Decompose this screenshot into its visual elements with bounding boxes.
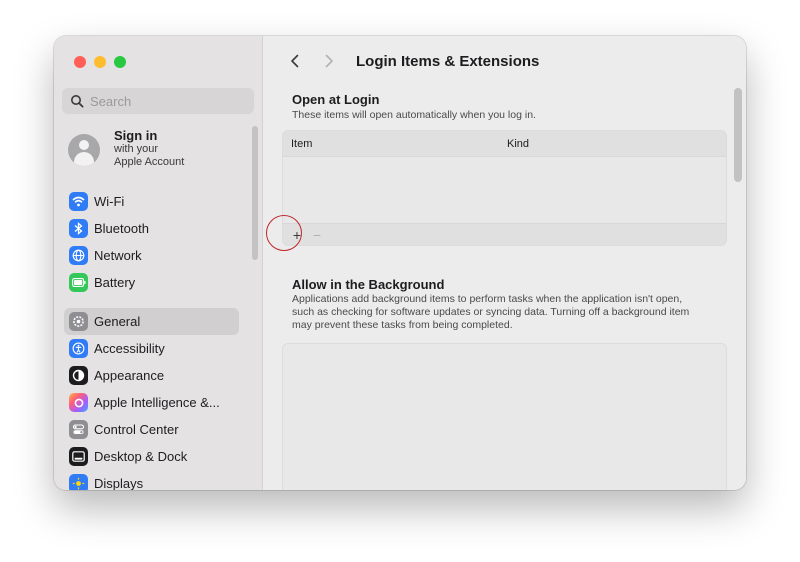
control-center-icon: [69, 420, 88, 439]
settings-window: Sign in with your Apple Account Wi-Fi Bl…: [54, 36, 746, 490]
sidebar-item-label: Accessibility: [94, 341, 165, 356]
zoom-window-button[interactable]: [114, 56, 126, 68]
sidebar-item-apple-intelligence[interactable]: Apple Intelligence &...: [64, 389, 239, 416]
sidebar-item-network[interactable]: Network: [64, 242, 239, 269]
sidebar-item-wifi[interactable]: Wi-Fi: [64, 188, 239, 215]
sidebar-item-battery[interactable]: Battery: [64, 269, 239, 296]
column-header-kind[interactable]: Kind: [507, 138, 529, 150]
sidebar-item-label: Apple Intelligence &...: [94, 395, 220, 410]
back-button[interactable]: [284, 50, 306, 72]
forward-button[interactable]: [318, 50, 340, 72]
toolbar: Login Items & Extensions: [284, 50, 539, 72]
dock-icon: [69, 447, 88, 466]
battery-icon: [69, 273, 88, 292]
background-title: Allow in the Background: [292, 277, 445, 292]
avatar: [68, 134, 100, 166]
globe-icon: [69, 246, 88, 265]
page-title: Login Items & Extensions: [356, 52, 540, 70]
chevron-left-icon: [291, 54, 299, 68]
appearance-icon: [69, 366, 88, 385]
chevron-right-icon: [325, 54, 333, 68]
table-footer: + −: [283, 223, 726, 245]
accessibility-icon: [69, 339, 88, 358]
signin-subtitle-line1: with your: [114, 143, 159, 155]
login-items-table: Item Kind + −: [282, 130, 727, 246]
sidebar-item-displays[interactable]: Displays: [64, 470, 239, 490]
open-at-login-description: These items will open automatically when…: [292, 109, 536, 121]
background-items-list: [282, 343, 727, 490]
open-at-login-title: Open at Login: [292, 92, 380, 107]
add-login-item-button[interactable]: +: [287, 225, 307, 245]
sidebar-group-connectivity: Wi-Fi Bluetooth Network Battery: [64, 188, 239, 296]
displays-icon: [69, 474, 88, 490]
gear-icon: [69, 312, 88, 331]
sidebar-item-label: Control Center: [94, 422, 179, 437]
sidebar-item-accessibility[interactable]: Accessibility: [64, 335, 239, 362]
sidebar-item-label: Battery: [94, 275, 136, 290]
sidebar-item-bluetooth[interactable]: Bluetooth: [64, 215, 239, 242]
column-header-item[interactable]: Item: [283, 138, 507, 150]
main-pane: Login Items & Extensions Open at Login T…: [264, 36, 746, 490]
sidebar-item-label: Network: [94, 248, 142, 263]
wifi-icon: [69, 192, 88, 211]
minimize-window-button[interactable]: [94, 56, 106, 68]
bluetooth-icon: [69, 219, 88, 238]
sidebar-item-label: Displays: [94, 476, 144, 490]
sidebar-item-label: Appearance: [94, 368, 165, 383]
remove-login-item-button[interactable]: −: [307, 225, 327, 245]
table-header: Item Kind: [283, 131, 726, 157]
background-description: Applications add background items to per…: [292, 293, 690, 331]
sidebar-item-control-center[interactable]: Control Center: [64, 416, 239, 443]
sidebar-item-label: Bluetooth: [94, 221, 149, 236]
sidebar-item-label: Wi-Fi: [94, 194, 125, 209]
sidebar-item-label: Desktop & Dock: [94, 449, 188, 464]
search-input[interactable]: [90, 93, 240, 109]
sidebar-group-system: General Accessibility Appearance Apple I…: [64, 308, 239, 490]
window-controls: [74, 56, 126, 68]
sidebar-item-desktop-dock[interactable]: Desktop & Dock: [64, 443, 239, 470]
sidebar-item-appearance[interactable]: Appearance: [64, 362, 239, 389]
signin-title: Sign in: [114, 128, 158, 143]
signin-subtitle-line2: Apple Account: [114, 156, 185, 168]
sidebar-scrollbar[interactable]: [252, 126, 258, 260]
search-field[interactable]: [62, 88, 254, 114]
table-body: [283, 157, 726, 223]
apple-intelligence-icon: [69, 393, 88, 412]
sidebar-item-general[interactable]: General: [64, 308, 239, 335]
sidebar-item-label: General: [94, 314, 141, 329]
search-icon: [71, 95, 84, 108]
sidebar: Sign in with your Apple Account Wi-Fi Bl…: [54, 36, 263, 490]
apple-account-signin[interactable]: Sign in with your Apple Account: [68, 128, 248, 174]
close-window-button[interactable]: [74, 56, 86, 68]
main-scrollbar[interactable]: [734, 88, 742, 182]
